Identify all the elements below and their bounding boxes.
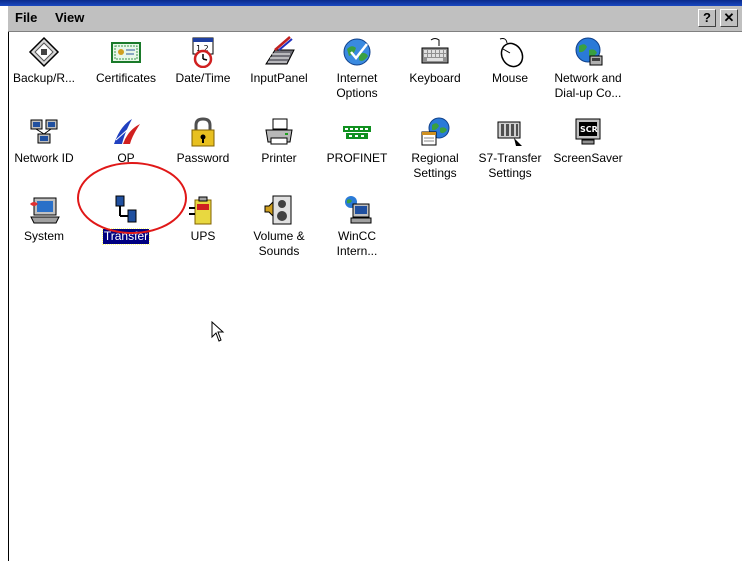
control-panel-item-password[interactable]: Password bbox=[163, 116, 243, 166]
item-label: Transfer bbox=[101, 228, 151, 245]
op-icon bbox=[114, 119, 140, 144]
item-label: Volume & Sounds bbox=[253, 229, 305, 258]
close-button[interactable]: ✕ bbox=[720, 9, 738, 27]
internet-options-icon bbox=[343, 38, 371, 66]
menu-file[interactable]: File bbox=[12, 10, 40, 25]
help-button[interactable]: ? bbox=[698, 9, 716, 27]
control-panel-item-system[interactable]: System bbox=[4, 194, 84, 244]
item-label: ScreenSaver bbox=[553, 151, 623, 165]
printer-icon bbox=[265, 118, 293, 145]
control-panel-item-ups[interactable]: UPS bbox=[163, 194, 243, 244]
s7-transfer-icon bbox=[497, 121, 522, 146]
transfer-icon bbox=[115, 195, 137, 223]
item-label: Date/Time bbox=[175, 71, 231, 85]
control-panel-item-op[interactable]: OP bbox=[86, 116, 166, 166]
control-panel-item-regional-settings[interactable]: Regional Settings bbox=[395, 116, 475, 181]
control-panel-item-printer[interactable]: Printer bbox=[239, 116, 319, 166]
regional-settings-icon bbox=[421, 117, 450, 146]
keyboard-icon bbox=[421, 38, 449, 64]
wincc-internet-icon bbox=[345, 196, 372, 224]
item-label: Printer bbox=[261, 151, 297, 165]
volume-sounds-icon bbox=[264, 195, 292, 225]
ups-icon bbox=[189, 196, 212, 225]
control-panel-item-profinet[interactable]: PROFINET bbox=[317, 116, 397, 166]
item-label: InputPanel bbox=[250, 71, 308, 85]
item-label: Certificates bbox=[95, 71, 157, 85]
control-panel-item-transfer[interactable]: Transfer bbox=[86, 194, 166, 245]
menu-bar: File View ? ✕ bbox=[8, 6, 742, 32]
control-panel-item-certificates[interactable]: Certificates bbox=[86, 36, 166, 86]
menu-view[interactable]: View bbox=[52, 10, 87, 25]
input-panel-icon bbox=[265, 36, 295, 65]
svg-text:SCR: SCR bbox=[580, 125, 598, 134]
item-label: Internet Options bbox=[336, 71, 378, 100]
control-panel-item-s7-transfer-settings[interactable]: S7-Transfer Settings bbox=[470, 116, 550, 181]
control-panel-item-volume-sounds[interactable]: Volume & Sounds bbox=[239, 194, 319, 259]
control-panel-item-input-panel[interactable]: InputPanel bbox=[239, 36, 319, 86]
profinet-icon bbox=[343, 126, 371, 139]
item-label: Network and Dial-up Co... bbox=[554, 71, 622, 100]
network-dialup-icon bbox=[575, 37, 603, 66]
system-icon bbox=[30, 197, 60, 224]
item-label: System bbox=[23, 229, 64, 243]
item-label: Regional Settings bbox=[411, 151, 459, 180]
password-icon bbox=[191, 117, 215, 147]
control-panel-item-date-time[interactable]: 1 2 Date/Time bbox=[163, 36, 243, 86]
item-label: Network ID bbox=[14, 151, 74, 165]
mouse-icon bbox=[499, 38, 524, 68]
item-label: Mouse bbox=[491, 71, 529, 85]
network-id-icon bbox=[30, 119, 58, 144]
item-label: Keyboard bbox=[409, 71, 461, 85]
control-panel-item-mouse[interactable]: Mouse bbox=[470, 36, 550, 86]
control-panel-item-network-dialup[interactable]: Network and Dial-up Co... bbox=[548, 36, 628, 101]
item-label: OP bbox=[117, 151, 135, 165]
backup-restore-icon bbox=[28, 36, 60, 68]
control-panel-item-network-id[interactable]: Network ID bbox=[4, 116, 84, 166]
certificates-icon bbox=[111, 42, 141, 63]
item-label: PROFINET bbox=[326, 151, 388, 165]
screensaver-icon: SCR bbox=[575, 118, 601, 145]
control-panel-item-screensaver[interactable]: SCR ScreenSaver bbox=[548, 116, 628, 166]
item-label: Backup/R... bbox=[12, 71, 76, 85]
control-panel-item-keyboard[interactable]: Keyboard bbox=[395, 36, 475, 86]
control-panel-item-backup-restore[interactable]: Backup/R... bbox=[4, 36, 84, 86]
mouse-pointer-icon bbox=[211, 321, 225, 342]
date-time-icon: 1 2 bbox=[192, 37, 214, 68]
control-panel-item-internet-options[interactable]: Internet Options bbox=[317, 36, 397, 101]
item-label: S7-Transfer Settings bbox=[478, 151, 542, 180]
control-panel-content: Backup/R... Certificates 1 2 Date/Time I… bbox=[8, 32, 742, 561]
control-panel-item-wincc-internet[interactable]: WinCC Intern... bbox=[317, 194, 397, 259]
item-label: UPS bbox=[190, 229, 216, 243]
item-label: WinCC Intern... bbox=[336, 229, 378, 258]
item-label: Password bbox=[176, 151, 230, 165]
